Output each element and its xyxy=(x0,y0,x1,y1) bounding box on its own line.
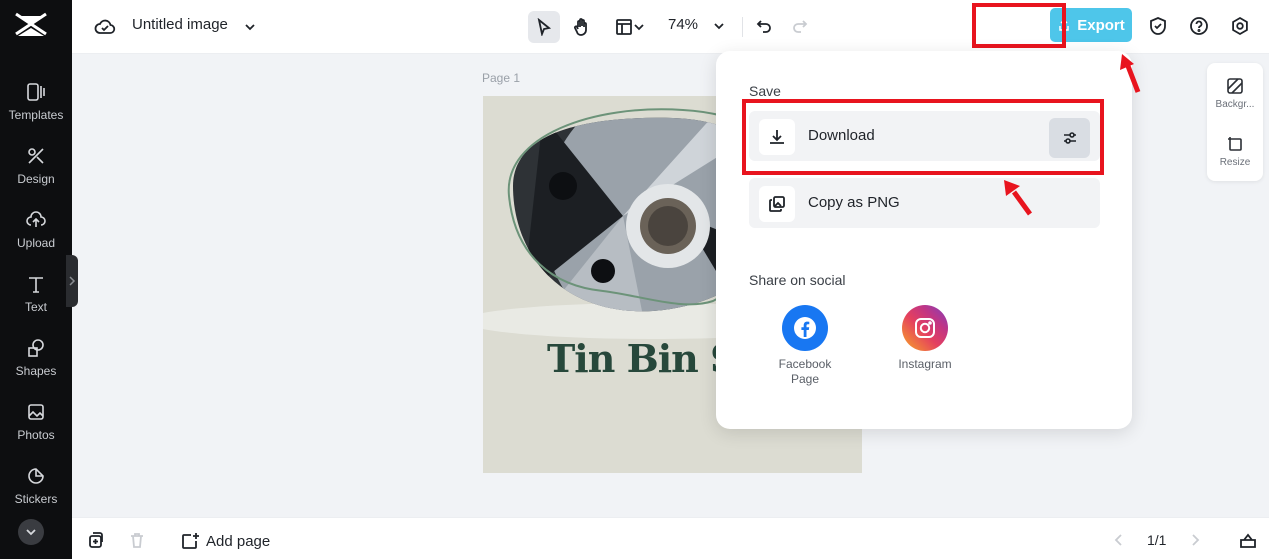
sidebar-item-label: Text xyxy=(24,300,47,314)
sidebar-more-button[interactable] xyxy=(18,519,44,545)
bottom-toolbar: Add page 1/1 xyxy=(72,517,1269,559)
cloud-sync-button[interactable] xyxy=(92,14,118,40)
page-counter: 1/1 xyxy=(1147,532,1167,548)
redo-icon xyxy=(793,20,808,33)
add-page-button[interactable]: Add page xyxy=(180,531,270,551)
facebook-label: Facebook Page xyxy=(778,357,832,386)
duplicate-page-button[interactable] xyxy=(84,529,106,551)
undo-icon xyxy=(756,20,771,33)
select-tool-button[interactable] xyxy=(528,11,560,43)
sidebar-collapse-handle[interactable] xyxy=(66,255,78,307)
title-menu-button[interactable] xyxy=(238,15,262,39)
hand-icon xyxy=(574,18,587,36)
copy-as-png-label: Copy as PNG xyxy=(808,194,900,211)
left-sidebar: Templates Design Upload Text Shapes Phot… xyxy=(0,0,72,559)
share-instagram[interactable]: Instagram xyxy=(890,305,960,372)
sidebar-item-label: Photos xyxy=(17,428,55,442)
sidebar-item-stickers[interactable]: Stickers xyxy=(0,466,72,522)
export-button-label: Export xyxy=(1077,16,1125,34)
facebook-icon xyxy=(782,305,828,351)
sidebar-item-label: Upload xyxy=(16,236,56,250)
chevron-down-icon xyxy=(26,529,36,536)
next-page-button[interactable] xyxy=(1184,529,1206,551)
page-panel-button[interactable] xyxy=(1236,529,1260,551)
previous-page-button[interactable] xyxy=(1108,529,1130,551)
sidebar-item-templates[interactable]: Templates xyxy=(0,82,72,138)
layout-icon xyxy=(616,19,632,35)
shield-icon xyxy=(1150,17,1166,35)
settings-button[interactable] xyxy=(1227,13,1253,39)
sidebar-item-label: Stickers xyxy=(14,492,58,506)
download-highlight-box xyxy=(742,99,1104,175)
instagram-icon xyxy=(902,305,948,351)
sidebar-item-shapes[interactable]: Shapes xyxy=(0,338,72,394)
sidebar-item-label: Shapes xyxy=(15,364,57,378)
sidebar-item-label: Design xyxy=(17,172,55,186)
duplicate-page-icon xyxy=(89,532,103,548)
gear-icon xyxy=(1232,16,1248,36)
resize-icon xyxy=(1228,137,1242,151)
stickers-icon xyxy=(28,468,44,484)
cloud-icon xyxy=(94,19,116,34)
zoom-level[interactable]: 74% xyxy=(668,16,698,33)
help-icon xyxy=(1190,17,1208,35)
shapes-icon xyxy=(28,339,44,357)
upload-icon xyxy=(26,211,46,227)
trash-icon xyxy=(131,533,143,548)
page-label: Page 1 xyxy=(482,71,521,85)
export-highlight-box xyxy=(972,3,1066,48)
sidebar-item-photos[interactable]: Photos xyxy=(0,402,72,458)
photos-icon xyxy=(28,404,44,420)
document-title[interactable]: Untitled image xyxy=(132,16,228,33)
chevron-down-icon xyxy=(245,24,255,31)
background-tool-label: Backgr... xyxy=(1215,99,1255,110)
design-icon xyxy=(28,148,44,164)
side-tools-panel: Backgr... Resize xyxy=(1207,63,1263,181)
add-page-icon xyxy=(182,533,199,549)
save-heading: Save xyxy=(749,83,781,99)
resize-tool[interactable]: Resize xyxy=(1207,135,1263,168)
background-tool[interactable]: Backgr... xyxy=(1207,77,1263,110)
sidebar-item-design[interactable]: Design xyxy=(0,146,72,202)
background-icon xyxy=(1227,78,1243,94)
copy-image-icon xyxy=(769,196,785,212)
chevron-down-icon xyxy=(714,23,724,30)
chevron-right-icon xyxy=(1192,534,1200,546)
resize-tool-label: Resize xyxy=(1219,157,1251,168)
top-toolbar: Untitled image 74% Export xyxy=(72,0,1269,54)
sidebar-item-text[interactable]: Text xyxy=(0,274,72,330)
page-panel-icon xyxy=(1240,533,1256,548)
add-page-label: Add page xyxy=(206,532,271,550)
redo-button[interactable] xyxy=(788,13,812,39)
cursor-icon xyxy=(537,18,552,36)
hand-tool-button[interactable] xyxy=(566,11,598,43)
instagram-label: Instagram xyxy=(898,357,952,371)
share-heading: Share on social xyxy=(749,272,846,288)
templates-icon xyxy=(27,83,45,101)
toolbar-divider xyxy=(742,17,743,37)
capcut-logo-icon[interactable] xyxy=(14,10,48,42)
chevron-right-icon xyxy=(69,276,76,286)
zoom-menu-button[interactable] xyxy=(708,15,730,37)
copy-as-png-option[interactable]: Copy as PNG xyxy=(749,178,1100,228)
text-icon xyxy=(29,277,43,293)
security-button[interactable] xyxy=(1145,13,1171,39)
share-facebook-page[interactable]: Facebook Page xyxy=(770,305,840,387)
chevron-down-icon xyxy=(634,24,644,31)
sidebar-item-label: Templates xyxy=(8,108,64,122)
undo-button[interactable] xyxy=(752,13,776,39)
chevron-left-icon xyxy=(1114,534,1122,546)
sidebar-item-upload[interactable]: Upload xyxy=(0,210,72,266)
annotation-arrow-icon xyxy=(1120,54,1141,93)
help-button[interactable] xyxy=(1186,13,1212,39)
layout-menu-button[interactable] xyxy=(610,13,650,41)
delete-page-button[interactable] xyxy=(126,529,148,551)
annotation-arrow-icon xyxy=(1004,180,1033,216)
